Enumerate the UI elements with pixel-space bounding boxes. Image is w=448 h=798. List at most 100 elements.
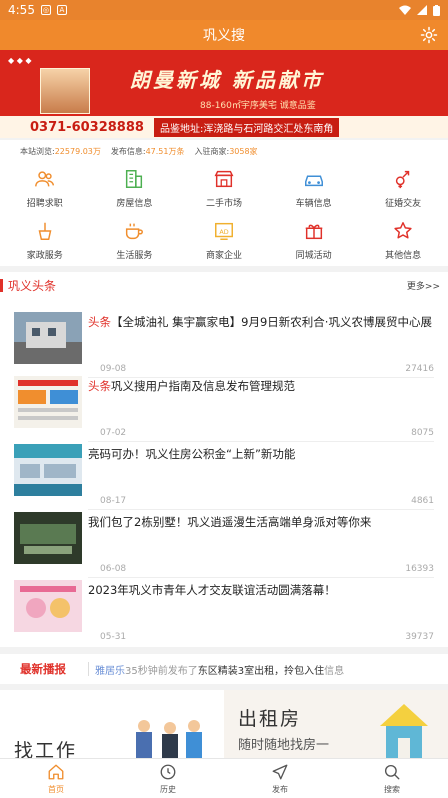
promo-cards: 找工作 出租房 随时随地找房一 <box>0 690 448 758</box>
wifi-icon <box>399 5 411 15</box>
rent-card-title: 出租房 <box>238 708 302 730</box>
category-label: 房屋信息 <box>116 198 153 209</box>
app-notification-icon: A <box>56 5 67 15</box>
divider <box>88 509 434 510</box>
cup-icon <box>126 223 144 239</box>
category-label: 商家企业 <box>205 250 242 261</box>
category-housing[interactable]: 房屋信息 <box>90 162 180 214</box>
section-title: 巩义头条 <box>8 278 57 293</box>
news-item[interactable]: 头条【全城油礼 集宇赢家电】9月9日新农利合·巩义农博展贸中心展 09-08 2… <box>14 312 434 378</box>
banner-building-image <box>40 68 90 114</box>
job-card-title: 找工作 <box>14 740 78 758</box>
banner-logo: ◆ ◆ ◆ <box>8 56 32 65</box>
news-title: 2023年巩义市青年人才交友联谊活动圆满落幕！ <box>88 583 336 597</box>
category-events[interactable]: 同城活动 <box>269 214 359 266</box>
tab-label: 历史 <box>160 784 176 794</box>
tab-label: 首页 <box>48 784 64 794</box>
category-label: 其他信息 <box>385 250 422 261</box>
banner-title: 朗曼新城 新品献市 <box>130 68 324 92</box>
clock-icon <box>160 764 176 779</box>
category-label: 同城活动 <box>295 250 332 261</box>
section-accent-bar <box>0 278 3 292</box>
star-icon <box>394 221 412 239</box>
category-housekeeping[interactable]: 家政服务 <box>0 214 90 266</box>
headlines-header: 巩义头条 更多>> <box>0 272 448 298</box>
news-tag: 头条 <box>88 315 111 329</box>
gender-icon <box>396 170 410 188</box>
stat-visits: 本站浏览:22579.03万 <box>20 146 101 156</box>
stat-merchants: 入驻商家:3058家 <box>194 146 258 156</box>
headlines-section: 巩义头条 更多>> 头条【全城油礼 集宇赢家电】9月9日新农利合·巩义农博展贸中… <box>0 272 448 647</box>
category-vehicles[interactable]: 车辆信息 <box>269 162 359 214</box>
people-icon <box>34 170 54 186</box>
banner-contact: 0371-60328888 品鉴地址:浑浇路与石河路交汇处东南角 <box>0 116 448 138</box>
app-title: 巩义搜 <box>203 28 245 44</box>
news-item[interactable]: 我们包了2栋别墅！巩义逍遥漫生活高端单身派对等你来 06-08 16393 <box>14 512 434 578</box>
tab-label: 发布 <box>272 784 288 794</box>
svg-text:AD: AD <box>219 227 228 235</box>
category-jobs[interactable]: 招聘求职 <box>0 162 90 214</box>
divider <box>88 662 89 676</box>
news-date: 05-31 <box>100 632 127 642</box>
ad-icon: AD <box>215 222 233 240</box>
category-label: 二手市场 <box>205 198 242 209</box>
people-illustration <box>136 720 202 758</box>
news-item[interactable]: 2023年巩义市青年人才交友联谊活动圆满落幕！ 05-31 39737 <box>14 580 434 646</box>
category-label: 征婚交友 <box>385 198 422 209</box>
broom-icon <box>38 222 52 240</box>
news-thumbnail <box>14 376 82 428</box>
news-title: 头条【全城油礼 集宇赢家电】9月9日新农利合·巩义农博展贸中心展 <box>88 315 432 329</box>
more-link[interactable]: 更多>> <box>407 279 440 292</box>
house-illustration <box>380 704 428 758</box>
news-title: 亮码可办！巩义住房公积金“上新”新功能 <box>88 447 296 461</box>
news-title: 我们包了2栋别墅！巩义逍遥漫生活高端单身派对等你来 <box>88 515 372 529</box>
category-dating[interactable]: 征婚交友 <box>358 162 448 214</box>
site-stats: 本站浏览:22579.03万 发布信息:47.51万条 入驻商家:3058家 <box>0 140 448 162</box>
news-date: 06-08 <box>100 564 127 574</box>
send-icon <box>272 764 288 779</box>
bottom-tab-bar: 首页 历史 发布 搜索 <box>0 758 448 798</box>
search-icon <box>384 764 400 779</box>
broadcast-time: 35秒钟前发布了 <box>125 665 198 677</box>
news-views: 16393 <box>405 564 434 574</box>
banner-address: 品鉴地址:浑浇路与石河路交汇处东南角 <box>153 117 340 137</box>
category-other[interactable]: 其他信息 <box>358 214 448 266</box>
tab-history[interactable]: 历史 <box>112 759 224 798</box>
latest-broadcast[interactable]: 最新播报 雅居乐 35秒钟前发布了 东区精装3室出租，拎包入住 信息 <box>0 654 448 684</box>
tab-label: 搜索 <box>384 784 400 794</box>
tab-home[interactable]: 首页 <box>0 759 112 798</box>
news-title: 头条巩义搜用户指南及信息发布管理规范 <box>88 379 295 393</box>
rent-card[interactable]: 出租房 随时随地找房一 <box>224 690 448 758</box>
tab-search[interactable]: 搜索 <box>336 759 448 798</box>
job-card[interactable]: 找工作 <box>0 690 224 758</box>
divider <box>88 577 434 578</box>
category-label: 生活服务 <box>116 250 153 261</box>
news-item[interactable]: 亮码可办！巩义住房公积金“上新”新功能 08-17 4861 <box>14 444 434 510</box>
car-icon <box>304 175 323 186</box>
stat-posts: 发布信息:47.51万条 <box>110 146 185 156</box>
news-date: 09-08 <box>100 364 127 374</box>
broadcast-user: 雅居乐 <box>95 665 125 677</box>
broadcast-label: 最新播报 <box>20 662 66 676</box>
banner-subtitle: 88-160㎡宇序美宅 诚意品鉴 <box>200 101 316 111</box>
gear-icon[interactable] <box>420 26 438 44</box>
news-item[interactable]: 头条巩义搜用户指南及信息发布管理规范 07-02 8075 <box>14 376 434 442</box>
home-icon <box>48 764 64 779</box>
category-secondhand[interactable]: 二手市场 <box>179 162 269 214</box>
category-life-services[interactable]: 生活服务 <box>90 214 180 266</box>
category-grid: 招聘求职 房屋信息 二手市场 车辆信息 征婚交友 家政服务 生活服务 AD 商家… <box>0 162 448 266</box>
status-bar: 4:55 ◎ A <box>0 0 448 20</box>
building-icon <box>126 169 143 188</box>
battery-icon <box>433 4 440 16</box>
news-views: 4861 <box>411 496 434 506</box>
tab-publish[interactable]: 发布 <box>224 759 336 798</box>
news-thumbnail <box>14 580 82 632</box>
notification-icon: ◎ <box>40 5 51 15</box>
divider <box>88 441 434 442</box>
category-label: 家政服务 <box>26 250 63 261</box>
promo-banner[interactable]: ◆ ◆ ◆ 朗曼新城 新品献市 88-160㎡宇序美宅 诚意品鉴 0371-60… <box>0 50 448 138</box>
broadcast-tail: 信息 <box>324 665 345 677</box>
news-thumbnail <box>14 312 82 364</box>
category-business[interactable]: AD 商家企业 <box>179 214 269 266</box>
news-views: 39737 <box>405 632 434 642</box>
